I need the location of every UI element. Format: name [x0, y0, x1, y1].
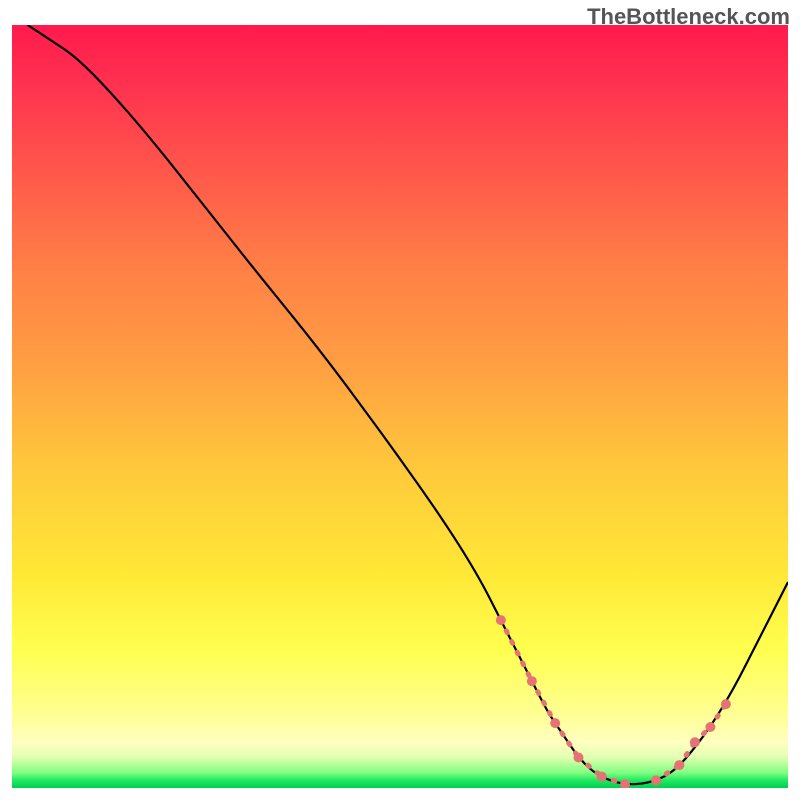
bottleneck-curve [28, 25, 789, 784]
curve-dot [620, 779, 630, 788]
curve-dot [550, 718, 560, 728]
plot-area [12, 25, 788, 788]
curve-dot [651, 775, 661, 785]
curve-dot [705, 722, 715, 732]
curve-dot [496, 615, 506, 625]
curve-dot [597, 772, 607, 782]
curve-dot [527, 676, 537, 686]
dotted-segment-left [496, 615, 630, 788]
curve-dot-connector [501, 620, 532, 681]
curve-dot [721, 699, 731, 709]
chart-container: TheBottleneck.com [0, 0, 800, 800]
curve-dot [690, 737, 700, 747]
curve-svg [12, 25, 788, 788]
curve-dot [574, 753, 584, 763]
curve-dot [674, 760, 684, 770]
watermark-text: TheBottleneck.com [587, 4, 790, 30]
